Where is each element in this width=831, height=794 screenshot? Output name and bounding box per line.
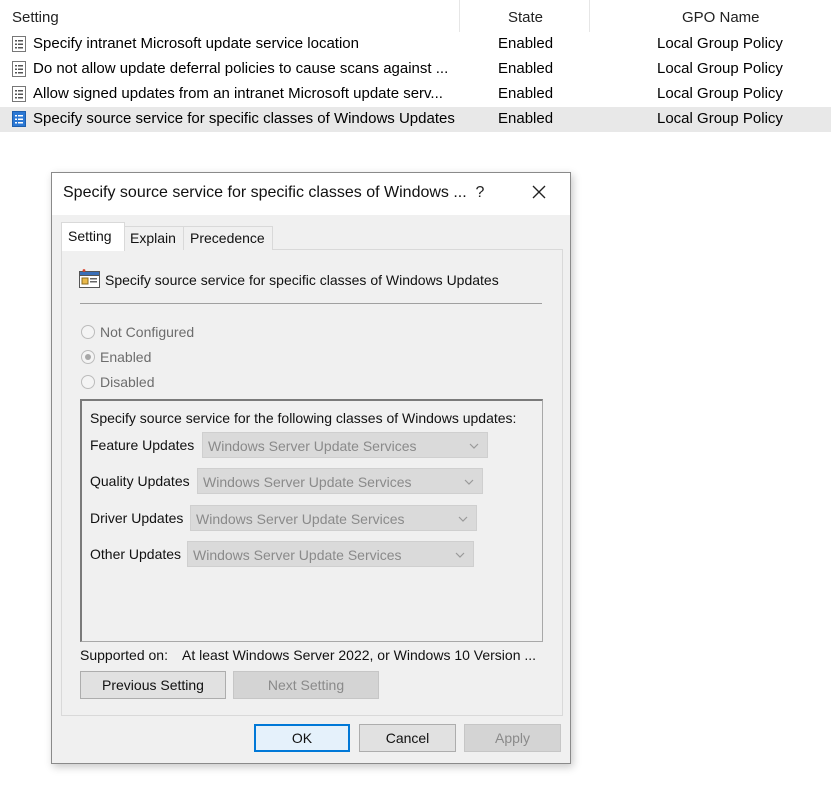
radio-circle-selected <box>81 350 95 364</box>
row-setting-name: Allow signed updates from an intranet Mi… <box>33 85 443 102</box>
radio-circle <box>81 325 95 339</box>
other-updates-dropdown[interactable]: Windows Server Update Services <box>187 541 474 567</box>
list-row[interactable]: Do not allow update deferral policies to… <box>0 57 831 82</box>
policy-setting-icon <box>12 61 26 77</box>
dropdown-value: Windows Server Update Services <box>193 547 402 563</box>
tab-precedence[interactable]: Precedence <box>183 226 273 250</box>
cancel-button[interactable]: Cancel <box>359 724 456 752</box>
row-gpo-name: Local Group Policy <box>657 60 783 77</box>
policy-list: Setting State GPO Name Specify intranet … <box>0 0 831 132</box>
option-label: Quality Updates <box>90 473 190 489</box>
supported-on-label: Supported on: <box>80 647 168 663</box>
list-row-selected[interactable]: Specify source service for specific clas… <box>0 107 831 132</box>
chevron-down-icon <box>458 516 468 522</box>
row-gpo-name: Local Group Policy <box>657 110 783 127</box>
option-label: Other Updates <box>90 546 182 562</box>
column-divider[interactable] <box>459 0 460 32</box>
column-header-setting[interactable]: Setting <box>12 9 59 26</box>
list-row[interactable]: Allow signed updates from an intranet Mi… <box>0 82 831 107</box>
option-label: Driver Updates <box>90 510 184 526</box>
next-setting-button[interactable]: Next Setting <box>233 671 379 699</box>
policy-setting-icon <box>12 86 26 102</box>
list-row[interactable]: Specify intranet Microsoft update servic… <box>0 32 831 57</box>
options-heading: Specify source service for the following… <box>90 410 517 426</box>
radio-label: Disabled <box>100 374 155 390</box>
column-header-state[interactable]: State <box>508 9 543 26</box>
policy-setting-icon <box>12 111 26 127</box>
feature-updates-dropdown[interactable]: Windows Server Update Services <box>202 432 488 458</box>
policy-title: Specify source service for specific clas… <box>105 272 499 288</box>
ok-button[interactable]: OK <box>254 724 350 752</box>
previous-setting-button[interactable]: Previous Setting <box>80 671 226 699</box>
quality-updates-dropdown[interactable]: Windows Server Update Services <box>197 468 483 494</box>
option-label: Feature Updates <box>90 437 195 453</box>
dropdown-value: Windows Server Update Services <box>196 511 405 527</box>
row-state: Enabled <box>498 60 554 77</box>
supported-on-value: At least Windows Server 2022, or Windows… <box>182 647 537 663</box>
help-button[interactable]: ? <box>472 181 488 205</box>
close-icon[interactable] <box>522 180 556 206</box>
list-header: Setting State GPO Name <box>0 0 831 32</box>
radio-disabled[interactable]: Disabled <box>81 373 241 393</box>
policy-icon <box>79 269 100 288</box>
row-state: Enabled <box>498 85 554 102</box>
column-header-gpo-name[interactable]: GPO Name <box>682 9 760 26</box>
column-divider[interactable] <box>589 0 590 32</box>
driver-updates-dropdown[interactable]: Windows Server Update Services <box>190 505 477 531</box>
chevron-down-icon <box>455 552 465 558</box>
dropdown-value: Windows Server Update Services <box>208 438 417 454</box>
row-gpo-name: Local Group Policy <box>657 85 783 102</box>
apply-button[interactable]: Apply <box>464 724 561 752</box>
radio-enabled[interactable]: Enabled <box>81 348 241 368</box>
separator <box>80 303 542 304</box>
row-gpo-name: Local Group Policy <box>657 35 783 52</box>
policy-dialog: Specify source service for specific clas… <box>51 172 571 764</box>
dialog-titlebar[interactable]: Specify source service for specific clas… <box>52 173 570 215</box>
row-setting-name: Specify intranet Microsoft update servic… <box>33 35 359 52</box>
radio-not-configured[interactable]: Not Configured <box>81 323 241 343</box>
radio-circle <box>81 375 95 389</box>
tab-explain[interactable]: Explain <box>123 226 185 250</box>
chevron-down-icon <box>464 479 474 485</box>
options-panel: Specify source service for the following… <box>80 399 543 642</box>
row-setting-name: Do not allow update deferral policies to… <box>33 60 449 77</box>
dialog-title: Specify source service for specific clas… <box>63 184 467 201</box>
row-setting-name: Specify source service for specific clas… <box>33 110 455 127</box>
dropdown-value: Windows Server Update Services <box>203 474 412 490</box>
chevron-down-icon <box>469 443 479 449</box>
row-state: Enabled <box>498 35 554 52</box>
row-state: Enabled <box>498 110 554 127</box>
policy-setting-icon <box>12 36 26 52</box>
radio-label: Enabled <box>100 349 152 365</box>
radio-label: Not Configured <box>100 324 195 340</box>
tab-setting[interactable]: Setting <box>61 222 125 251</box>
